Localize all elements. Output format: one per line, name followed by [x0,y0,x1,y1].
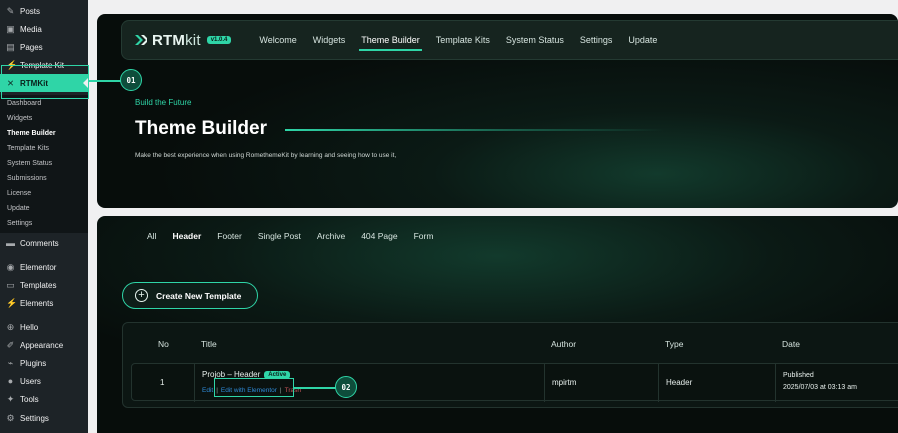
callout-highlight-edit-with-elementor [214,378,294,397]
row-type: Header [666,378,693,387]
sidebar-item-label: Posts [20,6,41,16]
logo-text: RTMkit [152,32,201,49]
submenu-update[interactable]: Update [0,201,88,216]
callout-marker-02: 02 [335,376,357,398]
sidebar-item-label: Settings [20,413,49,423]
column-header-no: No [158,339,169,349]
elements-icon: ⚡ [6,297,18,308]
sidebar-item-hello[interactable]: ⊕ Hello [0,318,88,336]
page-title: Theme Builder [135,118,267,139]
tab-update[interactable]: Update [628,35,657,45]
sidebar-item-label: Plugins [20,358,47,368]
sidebar-item-templates[interactable]: ▭ Templates [0,276,88,294]
templates-panel: All Header Footer Single Post Archive 40… [97,216,898,433]
callout-marker-01: 01 [120,69,142,91]
filter-single-post[interactable]: Single Post [258,231,301,241]
comment-icon: ▬ [6,237,15,248]
create-new-template-button[interactable]: + Create New Template [122,282,258,309]
edit-link[interactable]: Edit [202,387,213,394]
column-header-title: Title [201,339,217,349]
page-icon: ▤ [6,41,15,52]
filter-form[interactable]: Form [414,231,434,241]
logo-suffix: kit [185,31,201,49]
filter-footer[interactable]: Footer [217,231,242,241]
column-header-type: Type [665,339,684,349]
brush-icon: ✐ [6,339,15,350]
sidebar-item-label: Comments [20,238,59,248]
pin-icon: ✎ [6,5,15,16]
row-status: Published [783,372,814,379]
column-divider [775,364,776,402]
sidebar-item-plugins[interactable]: ⌁ Plugins [0,354,88,372]
tab-welcome[interactable]: Welcome [259,35,296,45]
version-badge: v1.0.4 [206,36,232,44]
submenu-theme-builder[interactable]: Theme Builder [0,126,88,141]
tab-system-status[interactable]: System Status [506,35,564,45]
title-accent-line [285,129,665,131]
sidebar-item-comments[interactable]: ▬ Comments [0,234,88,252]
submenu-widgets[interactable]: Widgets [0,111,88,126]
hero-panel: RTMkit v1.0.4 Welcome Widgets Theme Buil… [97,14,898,208]
elementor-icon: ◉ [6,261,15,272]
filter-404-page[interactable]: 404 Page [361,231,397,241]
filter-archive[interactable]: Archive [317,231,345,241]
logo-brand: RTM [152,31,186,49]
callout-connector [89,80,121,82]
sidebar-item-label: Pages [20,42,43,52]
filter-all[interactable]: All [147,231,156,241]
sidebar-item-posts[interactable]: ✎ Posts [0,2,88,20]
user-icon: ● [7,375,14,386]
tab-settings[interactable]: Settings [580,35,613,45]
rtmkit-logo[interactable]: RTMkit v1.0.4 [134,32,232,49]
column-header-author: Author [551,339,577,349]
submenu-license[interactable]: License [0,186,88,201]
sidebar-item-label: Media [20,24,42,34]
hero-eyebrow: Build the Future [135,98,192,107]
rtmkit-logo-icon [135,35,147,45]
plug-icon: ⌁ [7,357,14,368]
wrench-icon: ✦ [6,393,15,404]
sidebar-item-tools[interactable]: ✦ Tools [0,390,88,408]
column-divider [544,364,545,402]
template-filter-tabs: All Header Footer Single Post Archive 40… [147,231,449,241]
sidebar-item-label: Elements [20,298,54,308]
sidebar-item-elements[interactable]: ⚡ Elements [0,294,88,312]
sidebar-item-label: Elementor [20,262,57,272]
create-button-label: Create New Template [156,290,242,301]
submenu-template-kits[interactable]: Template Kits [0,141,88,156]
row-author: mpirtm [552,378,577,387]
sidebar-item-media[interactable]: ▣ Media [0,20,88,38]
hero-description: Make the best experience when using Rome… [135,152,397,159]
column-divider [194,364,195,402]
row-number: 1 [160,378,165,387]
column-header-date: Date [782,339,800,349]
tab-widgets[interactable]: Widgets [313,35,346,45]
sidebar-item-settings[interactable]: ⚙ Settings [0,409,88,427]
sidebar-item-label: Appearance [20,340,64,350]
sidebar-item-appearance[interactable]: ✐ Appearance [0,336,88,354]
sidebar-item-label: Templates [20,280,57,290]
plus-circle-icon: + [135,289,148,302]
hello-icon: ⊕ [6,321,15,332]
tab-theme-builder[interactable]: Theme Builder [359,35,422,51]
submenu-submissions[interactable]: Submissions [0,171,88,186]
submenu-system-status[interactable]: System Status [0,156,88,171]
sidebar-item-pages[interactable]: ▤ Pages [0,38,88,56]
folder-icon: ▭ [6,279,15,290]
column-divider [658,364,659,402]
sidebar-item-label: Hello [20,322,39,332]
rtmkit-top-nav: RTMkit v1.0.4 Welcome Widgets Theme Buil… [121,20,898,60]
filter-header[interactable]: Header [172,231,201,241]
sidebar-item-users[interactable]: ● Users [0,372,88,390]
sidebar-item-label: Tools [20,394,39,404]
sidebar-item-label: Users [20,376,41,386]
callout-highlight-rtmkit [1,65,89,99]
sidebar-item-elementor[interactable]: ◉ Elementor [0,258,88,276]
media-icon: ▣ [6,23,15,34]
row-date: 2025/07/03 at 03:13 am [783,384,857,391]
submenu-settings[interactable]: Settings [0,216,88,231]
callout-connector [294,387,336,389]
settings-icon: ⚙ [6,412,15,423]
tab-template-kits[interactable]: Template Kits [436,35,490,45]
